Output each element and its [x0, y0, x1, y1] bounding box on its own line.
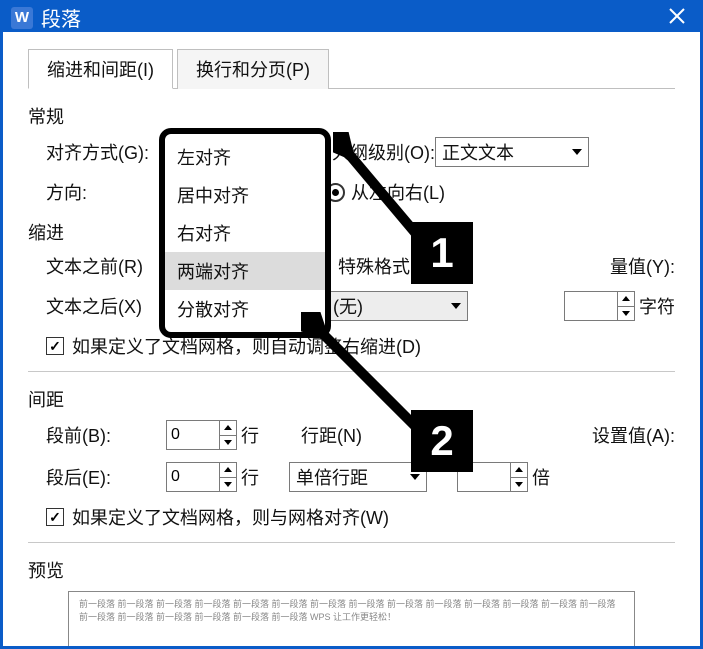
checkbox-snap-grid[interactable]: 如果定义了文档网格，则与网格对齐(W)	[46, 504, 389, 530]
label-outline-level: 大纲级别(O):	[332, 139, 435, 165]
radio-ltr[interactable]: 从左向右(L)	[326, 179, 445, 205]
special-combo-value: (无)	[333, 293, 363, 319]
up-arrow-icon	[224, 425, 232, 430]
up-arrow-icon	[515, 467, 523, 472]
paragraph-dialog: W 段落 缩进和间距(I) 换行和分页(P) 常规 对齐方式(G): 两端对齐 …	[0, 0, 703, 649]
dropdown-arrow-icon	[572, 149, 582, 155]
special-combo[interactable]: (无)	[326, 291, 468, 321]
spinner-buttons[interactable]	[617, 292, 634, 320]
down-arrow-icon	[515, 482, 523, 487]
after-input[interactable]	[167, 463, 219, 491]
spinner-buttons[interactable]	[510, 463, 527, 491]
radio-ltr-label: 从左向右(L)	[351, 179, 445, 205]
alignment-option[interactable]: 居中对齐	[165, 176, 325, 214]
alignment-option[interactable]: 两端对齐	[165, 252, 325, 290]
alignment-dropdown[interactable]: 左对齐 居中对齐 右对齐 两端对齐 分散对齐	[159, 128, 331, 338]
after-spinner[interactable]	[166, 462, 237, 492]
alignment-option[interactable]: 左对齐	[165, 138, 325, 176]
checkbox-icon	[46, 508, 64, 526]
titlebar: W 段落	[3, 3, 700, 32]
down-arrow-icon	[224, 440, 232, 445]
outline-level-combo[interactable]: 正文文本	[435, 137, 589, 167]
row-after: 段后(E): 行 单倍行距 倍	[28, 462, 675, 492]
app-w-icon: W	[11, 7, 33, 29]
tab-line-page-break[interactable]: 换行和分页(P)	[177, 49, 329, 89]
up-arrow-icon	[622, 296, 630, 301]
by-value-input[interactable]	[565, 292, 617, 320]
callout-marker-2: 2	[411, 410, 473, 472]
section-spacing-label: 间距	[28, 386, 675, 412]
dialog-title: 段落	[41, 3, 662, 32]
row-snap: 如果定义了文档网格，则与网格对齐(W)	[28, 504, 675, 530]
alignment-option[interactable]: 分散对齐	[165, 290, 325, 328]
line-spacing-combo[interactable]: 单倍行距	[289, 462, 427, 492]
close-icon	[668, 7, 686, 25]
tab-bar: 缩进和间距(I) 换行和分页(P)	[28, 48, 675, 89]
outline-level-value: 正文文本	[442, 139, 514, 165]
row-auto-indent: 如果定义了文档网格，则自动调整右缩进(D)	[28, 333, 675, 359]
dropdown-arrow-icon	[451, 303, 461, 309]
label-by-value: 量值(Y):	[610, 253, 675, 279]
divider	[28, 371, 675, 372]
spinner-buttons[interactable]	[219, 463, 236, 491]
dropdown-arrow-icon	[410, 474, 420, 480]
dialog-body: 缩进和间距(I) 换行和分页(P) 常规 对齐方式(G): 两端对齐 大纲级别(…	[3, 32, 700, 649]
checkbox-snap-label: 如果定义了文档网格，则与网格对齐(W)	[72, 504, 389, 530]
before-input[interactable]	[167, 421, 219, 449]
up-arrow-icon	[224, 467, 232, 472]
unit-bei: 倍	[532, 464, 550, 490]
row-direction: 方向: 从左向右(L)	[28, 179, 675, 205]
preview-box: 前一段落 前一段落 前一段落 前一段落 前一段落 前一段落 前一段落 前一段落 …	[68, 591, 635, 649]
section-indent-label: 缩进	[28, 219, 675, 245]
label-after: 段后(E):	[46, 464, 166, 490]
before-spinner[interactable]	[166, 420, 237, 450]
divider	[28, 542, 675, 543]
down-arrow-icon	[622, 311, 630, 316]
unit-line: 行	[241, 464, 259, 490]
close-button[interactable]	[662, 5, 692, 31]
label-line-spacing: 行距(N)	[301, 422, 362, 448]
by-value-spinner[interactable]	[564, 291, 635, 321]
row-alignment: 对齐方式(G): 两端对齐 大纲级别(O): 正文文本	[28, 137, 675, 167]
section-preview-label: 预览	[28, 557, 675, 583]
unit-line: 行	[241, 422, 259, 448]
label-direction: 方向:	[46, 179, 166, 205]
line-spacing-value: 单倍行距	[296, 464, 368, 490]
row-text-after: 文本之后(X) (无) 字符	[28, 291, 675, 321]
section-general-label: 常规	[28, 103, 675, 129]
row-text-before: 文本之前(R) 特殊格式 量值(Y):	[28, 253, 675, 279]
label-special: 特殊格式	[338, 253, 410, 279]
label-alignment: 对齐方式(G):	[46, 139, 166, 165]
label-text-after: 文本之后(X)	[46, 293, 166, 319]
label-at-value: 设置值(A):	[592, 422, 675, 448]
label-text-before: 文本之前(R)	[46, 253, 166, 279]
checkbox-icon	[46, 337, 64, 355]
down-arrow-icon	[224, 482, 232, 487]
spinner-buttons[interactable]	[219, 421, 236, 449]
label-before: 段前(B):	[46, 422, 166, 448]
tab-indent-spacing[interactable]: 缩进和间距(I)	[28, 49, 173, 89]
alignment-option[interactable]: 右对齐	[165, 214, 325, 252]
unit-char: 字符	[639, 293, 675, 319]
row-before: 段前(B): 行 行距(N) 设置值(A):	[28, 420, 675, 450]
callout-marker-1: 1	[411, 222, 473, 284]
